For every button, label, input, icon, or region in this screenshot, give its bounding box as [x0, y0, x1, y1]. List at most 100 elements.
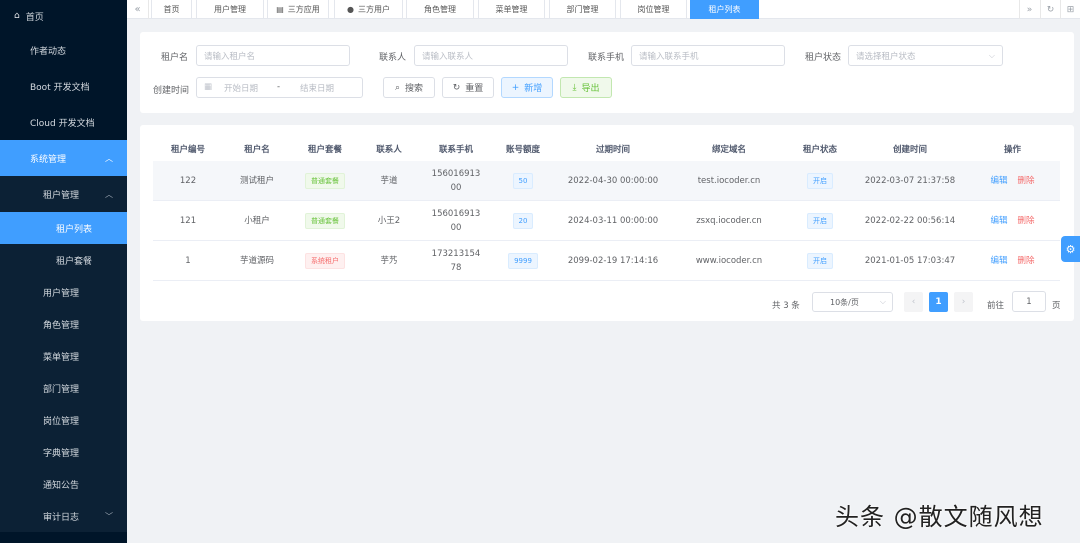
- watermark: 头条 @散文随风想: [835, 503, 1044, 531]
- button-label: 重置: [465, 84, 484, 94]
- sidebar-item-boot-docs[interactable]: Boot 开发文档: [0, 68, 127, 104]
- goto-page-input[interactable]: 1: [1012, 291, 1046, 312]
- sidebar-item-system[interactable]: 系统管理 ︿: [0, 140, 127, 176]
- search-button[interactable]: ⌕ 搜索: [383, 77, 435, 98]
- sidebar-item-tenant[interactable]: 租户管理 ︿: [0, 176, 127, 212]
- column-header: 创建时间: [892, 144, 927, 155]
- export-button[interactable]: ⤓ 导出: [560, 77, 612, 98]
- gear-icon[interactable]: ⚙: [1061, 236, 1080, 262]
- tab-depts[interactable]: 部门管理: [549, 0, 616, 19]
- tenant-name-input[interactable]: 请输入租户名: [196, 45, 350, 66]
- edit-link[interactable]: 编辑: [990, 214, 1007, 228]
- sidebar-item-home[interactable]: ⌂ 首页: [0, 0, 127, 32]
- table-row[interactable]: 1 芋道源码 系统租户 芋艿 173213154 78 9999 2099-02-…: [153, 241, 1060, 281]
- placeholder: 请选择租户状态: [856, 51, 916, 62]
- cell-id: 1: [185, 256, 191, 266]
- tab-users[interactable]: 用户管理: [196, 0, 264, 19]
- tab-label: 租户列表: [708, 4, 741, 14]
- date-separator: -: [277, 82, 281, 92]
- sidebar-item-label: 租户套餐: [56, 256, 93, 267]
- sidebar-item-users[interactable]: 用户管理: [0, 276, 127, 308]
- cell-phone: 156016913 00: [419, 201, 493, 241]
- delete-link[interactable]: 删除: [1018, 254, 1035, 268]
- next-page-button[interactable]: ›: [954, 292, 973, 312]
- contact-input[interactable]: 请输入联系人: [414, 45, 568, 66]
- column-header: 租户编号: [170, 144, 205, 155]
- phone-input[interactable]: 请输入联系手机: [631, 45, 785, 66]
- sidebar-item-audit[interactable]: 审计日志 ﹀: [0, 500, 127, 532]
- grid-menu-icon[interactable]: ⊞: [1060, 0, 1080, 19]
- tab-menus[interactable]: 菜单管理: [478, 0, 545, 19]
- refresh-icon[interactable]: ↻: [1040, 0, 1060, 19]
- tab-tenant-list[interactable]: 租户列表: [690, 0, 759, 19]
- chevron-up-icon: ︿: [105, 189, 113, 199]
- reset-button[interactable]: ↻ 重置: [442, 77, 494, 98]
- cell-package: 普通套餐: [291, 201, 359, 241]
- tab-posts[interactable]: 岗位管理: [620, 0, 687, 19]
- cell-quota: 9999: [493, 241, 553, 281]
- delete-link[interactable]: 删除: [1018, 174, 1035, 188]
- edit-link[interactable]: 编辑: [990, 254, 1007, 268]
- page-size-value: 10条/页: [830, 297, 859, 307]
- page-size-select[interactable]: 10条/页 ⌵: [812, 292, 893, 312]
- cell-name: 测试租户: [239, 176, 274, 186]
- phone-line: 173213154: [431, 249, 481, 259]
- calendar-icon: ▦: [204, 82, 213, 92]
- page-number-button[interactable]: 1: [929, 292, 948, 312]
- status-select[interactable]: 请选择租户状态 ⌵: [848, 45, 1003, 66]
- tab-label: 用户管理: [214, 4, 246, 14]
- sidebar-item-posts[interactable]: 岗位管理: [0, 404, 127, 436]
- sidebar-item-depts[interactable]: 部门管理: [0, 372, 127, 404]
- cell-created: 2022-03-07 21:37:58: [864, 176, 956, 186]
- sidebar-item-author-news[interactable]: 作者动态: [0, 32, 127, 68]
- cell-quota: 20: [493, 201, 553, 241]
- sidebar-item-label: 部门管理: [43, 384, 80, 395]
- phone-line: 00: [450, 183, 462, 193]
- tabs-scroll-right-icon[interactable]: »: [1019, 0, 1039, 19]
- cell-contact: 芋艿: [380, 256, 398, 266]
- tabs-scroll-left-icon[interactable]: «: [127, 0, 149, 19]
- cell-actions: 编辑 删除: [965, 201, 1060, 241]
- phone-line: 156016913: [431, 209, 481, 219]
- sidebar-item-menus[interactable]: 菜单管理: [0, 340, 127, 372]
- sidebar-item-cloud-docs[interactable]: Cloud 开发文档: [0, 104, 127, 140]
- sidebar-item-dict[interactable]: 字典管理: [0, 436, 127, 468]
- tab-oauth-users[interactable]: ● 三方用户: [334, 0, 403, 19]
- sidebar-item-tenant-package[interactable]: 租户套餐: [0, 244, 127, 276]
- sidebar-item-roles[interactable]: 角色管理: [0, 308, 127, 340]
- sidebar-item-notice[interactable]: 通知公告: [0, 468, 127, 500]
- date-range-picker[interactable]: ▦ 开始日期 - 结束日期: [196, 77, 363, 98]
- column-header: 过期时间: [595, 144, 630, 155]
- table-header: 租户编号 租户名 租户套餐 联系人 联系手机 账号额度 过期时间 绑定域名 租户…: [153, 136, 1060, 161]
- cell-quota: 50: [493, 161, 553, 201]
- phone-line: 156016913: [431, 169, 481, 179]
- sidebar-item-label: 作者动态: [30, 46, 67, 57]
- sidebar-item-label: 租户列表: [56, 224, 93, 235]
- tab-label: 首页: [163, 4, 180, 14]
- placeholder: 请输入租户名: [204, 51, 256, 62]
- quota-tag: 9999: [508, 253, 538, 269]
- sidebar-item-tenant-list[interactable]: 租户列表: [0, 212, 127, 244]
- cell-actions: 编辑 删除: [965, 161, 1060, 201]
- button-label: 导出: [581, 84, 600, 94]
- cell-name: 小租户: [244, 216, 270, 226]
- chevron-left-icon: ‹: [911, 297, 916, 307]
- button-label: 新增: [524, 84, 543, 94]
- cell-created: 2021-01-05 17:03:47: [864, 256, 956, 266]
- table-row[interactable]: 122 测试租户 普通套餐 芋道 156016913 00 50 2022-04-…: [153, 161, 1060, 201]
- delete-link[interactable]: 删除: [1018, 214, 1035, 228]
- cell-created: 2022-02-22 00:56:14: [864, 216, 956, 226]
- home-icon: ⌂: [14, 11, 20, 21]
- page-number: 1: [935, 297, 942, 307]
- edit-link[interactable]: 编辑: [990, 174, 1007, 188]
- search-icon: ⌕: [394, 82, 401, 93]
- add-button[interactable]: + 新增: [501, 77, 553, 98]
- status-tag: 开启: [807, 173, 833, 189]
- tab-home[interactable]: 首页: [151, 0, 192, 19]
- table-row[interactable]: 121 小租户 普通套餐 小王2 156016913 00 20 2024-03-…: [153, 201, 1060, 241]
- tab-roles[interactable]: 角色管理: [406, 0, 474, 19]
- tab-oauth-apps[interactable]: ▤ 三方应用: [267, 0, 329, 19]
- prev-page-button[interactable]: ‹: [904, 292, 923, 312]
- cell-package: 系统租户: [291, 241, 359, 281]
- tab-label: 三方应用: [287, 4, 320, 14]
